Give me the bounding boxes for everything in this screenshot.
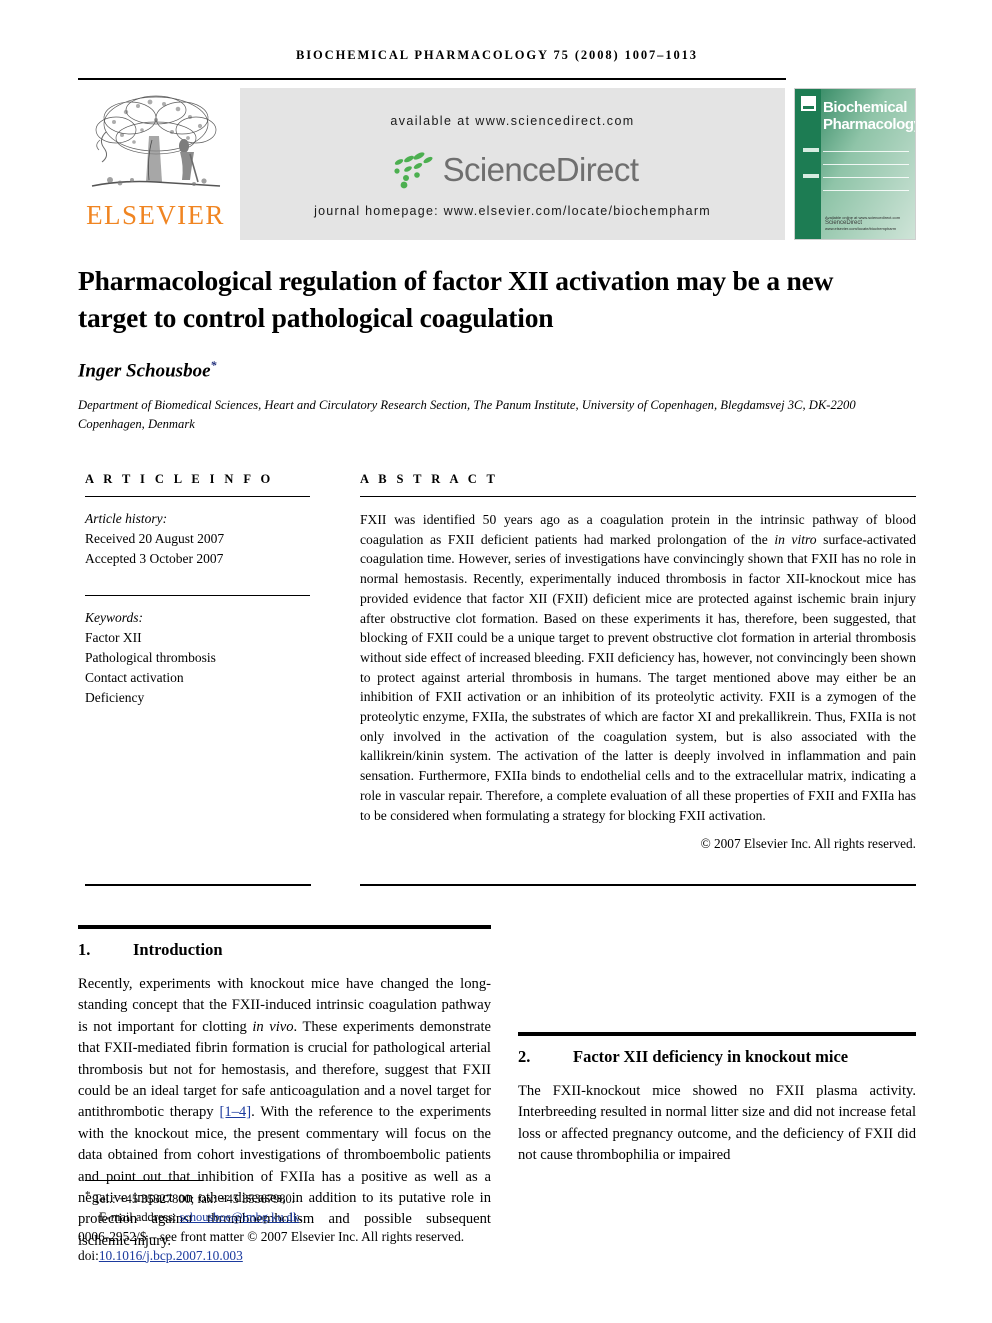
keyword-item: Deficiency	[85, 690, 145, 705]
accepted-date: Accepted 3 October 2007	[85, 551, 224, 566]
divider	[360, 884, 916, 886]
cover-rule	[823, 190, 909, 191]
doi-line: doi:10.1016/j.bcp.2007.10.003	[78, 1247, 598, 1266]
article-history-label: Article history:	[85, 511, 168, 526]
elsevier-tree-icon	[91, 95, 221, 187]
abstract-part-2: surface-activated coagulation time. Howe…	[360, 531, 916, 823]
header-rule	[78, 78, 786, 80]
doi-link[interactable]: 10.1016/j.bcp.2007.10.003	[99, 1248, 243, 1263]
body-column-right	[518, 933, 916, 954]
cover-footer-url: www.elsevier.com/locate/biochempharm	[825, 226, 897, 231]
elsevier-logo: ELSEVIER	[78, 88, 233, 240]
sciencedirect-wordmark: ScienceDirect	[442, 151, 639, 188]
paper-page: Biochemical Pharmacology 75 (2008) 1007–…	[0, 0, 992, 1323]
section-heading-factor-xii-deficiency: 2. Factor XII deficiency in knockout mice	[518, 1047, 916, 1067]
corresponding-author-footnote: * Tel.: +45 35327800; fax: +45 35367980.…	[85, 1187, 505, 1226]
imprint-block: 0006-2952/$ – see front matter © 2007 El…	[78, 1228, 598, 1265]
page-title: Pharmacological regulation of factor XII…	[78, 265, 834, 333]
section-number: 2.	[518, 1047, 531, 1066]
cover-title-line2: Pharmacology	[823, 116, 916, 133]
doi-label: doi:	[78, 1247, 99, 1263]
article-info-heading: A R T I C L E I N F O	[85, 472, 274, 486]
section-heading-introduction: 1. Introduction	[78, 940, 491, 960]
keyword-item: Factor XII	[85, 630, 142, 645]
abstract-copyright: © 2007 Elsevier Inc. All rights reserved…	[700, 836, 916, 852]
abstract-italic-invitro: in vitro	[774, 531, 817, 547]
keywords-block: Keywords: Factor XII Pathological thromb…	[85, 608, 310, 708]
keyword-item: Pathological thrombosis	[85, 650, 216, 665]
article-info-column: A R T I C L E I N F O Article history: R…	[85, 472, 310, 708]
reference-link-1-4[interactable]: [1–4]	[219, 1104, 251, 1120]
cover-rule	[823, 164, 909, 165]
email-period: .	[299, 1209, 303, 1224]
section2-paragraph: The FXII-knockout mice showed no FXII pl…	[518, 1083, 916, 1164]
email-line: E-mail address: schousboe@imbg.ku.dk.	[85, 1209, 505, 1227]
divider	[360, 496, 916, 497]
intro-italic-invivo: in vivo	[252, 1018, 294, 1035]
footnote-marker: *	[85, 1189, 91, 1201]
author-list: Inger Schousboe*	[78, 358, 858, 382]
abstract-heading: A B S T R A C T	[360, 472, 499, 486]
journal-cover-thumbnail: Biochemical Pharmacology Available onlin…	[794, 88, 916, 240]
author-name: Inger Schousboe	[78, 360, 211, 382]
cover-tick	[803, 148, 819, 152]
section-rule	[518, 1032, 916, 1036]
cover-footer: Available online at www.sciencedirect.co…	[825, 215, 909, 231]
email-link[interactable]: schousboe@imbg.ku.dk	[180, 1210, 299, 1224]
section-title: Introduction	[133, 940, 223, 959]
received-date: Received 20 August 2007	[85, 531, 225, 546]
abstract-text: FXII was identified 50 years ago as a co…	[360, 510, 916, 825]
sciencedirect-mark-icon	[394, 152, 433, 189]
abstract-column: A B S T R A C T FXII was identified 50 y…	[360, 472, 916, 852]
cover-journal-title: Biochemical Pharmacology	[823, 99, 915, 133]
sciencedirect-logo: ScienceDirect	[240, 146, 785, 194]
running-head: Biochemical Pharmacology 75 (2008) 1007–…	[296, 48, 698, 62]
keywords-label: Keywords:	[85, 610, 143, 625]
tel-fax-text: Tel.: +45 35327800; fax: +45 35367980.	[93, 1192, 295, 1207]
journal-homepage-text: journal homepage: www.elsevier.com/locat…	[314, 204, 711, 218]
email-label: E-mail address:	[99, 1209, 177, 1224]
cover-rule	[823, 177, 909, 178]
divider	[85, 496, 310, 497]
sciencedirect-banner: available at www.sciencedirect.com Scien…	[240, 88, 785, 240]
cover-elsevier-mark-icon	[800, 95, 817, 112]
corresponding-author-marker: *	[210, 358, 217, 372]
cover-tick	[803, 174, 819, 178]
masthead: ELSEVIER available at www.sciencedirect.…	[78, 88, 916, 240]
section2-wrapper: 2. Factor XII deficiency in knockout mice…	[518, 1040, 916, 1167]
divider	[85, 595, 310, 596]
section-title: Factor XII deficiency in knockout mice	[573, 1047, 849, 1066]
section-rule	[78, 925, 491, 929]
footnote-rule	[85, 1180, 203, 1181]
section-number: 1.	[78, 940, 91, 959]
elsevier-wordmark: ELSEVIER	[86, 200, 225, 230]
front-matter-line: 0006-2952/$ – see front matter © 2007 El…	[78, 1229, 465, 1244]
divider	[85, 884, 311, 886]
keyword-item: Contact activation	[85, 670, 184, 685]
available-at-text: available at www.sciencedirect.com	[390, 114, 635, 128]
article-history-block: Article history: Received 20 August 2007…	[85, 509, 310, 569]
cover-rule	[823, 151, 909, 152]
affiliation: Department of Biomedical Sciences, Heart…	[78, 398, 856, 431]
cover-title-line1: Biochemical	[823, 99, 907, 116]
